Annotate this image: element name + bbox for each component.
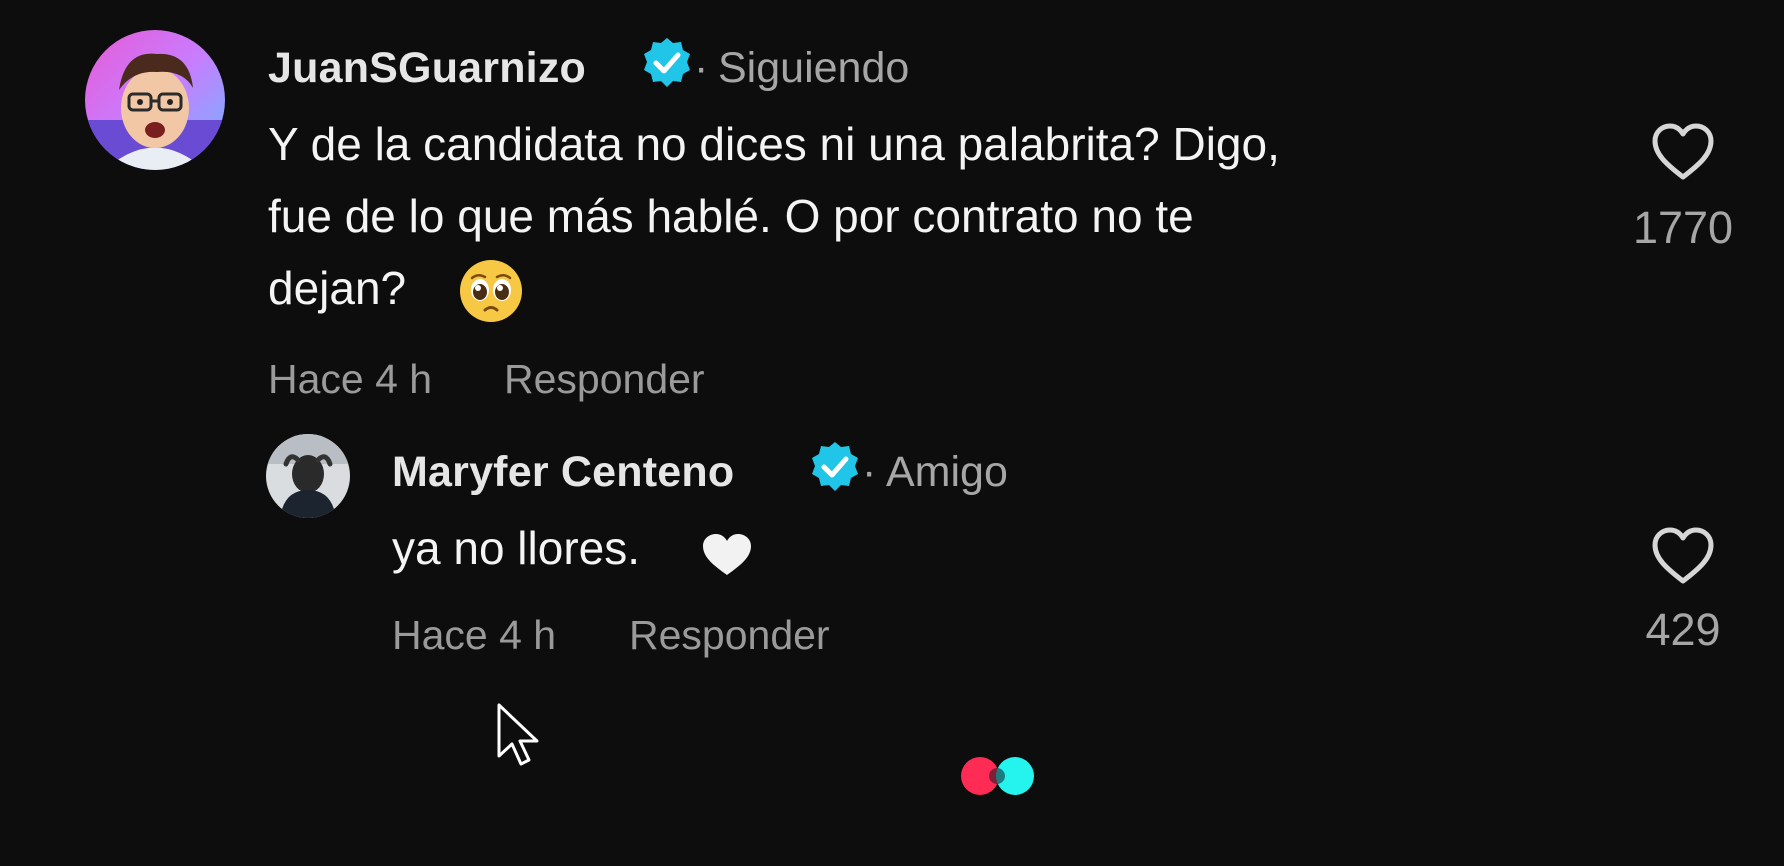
verified-badge-icon <box>640 36 694 95</box>
relation-separator: · <box>862 448 877 496</box>
comment-username[interactable]: Maryfer Centeno <box>392 448 734 497</box>
heart-outline-icon[interactable] <box>1650 122 1716 187</box>
comment-timestamp: Hace 4 h <box>392 612 557 658</box>
comment-juansguarnizo: JuanSGuarnizo · Siguiendo Y de la candid… <box>0 0 1784 403</box>
relation-label: Amigo <box>886 448 1008 496</box>
comment-text-line: ya no llores. <box>392 522 641 574</box>
mouse-pointer-icon <box>496 702 542 775</box>
heart-outline-icon[interactable] <box>1650 526 1716 591</box>
avatar-photo-image <box>266 434 350 518</box>
reply-maryfer-centeno: Maryfer Centeno · Amigo ya no llores. Ha… <box>0 420 1784 660</box>
avatar-maryfer-centeno[interactable] <box>266 434 350 518</box>
pleading-face-emoji <box>458 258 524 324</box>
comment-username[interactable]: JuanSGuarnizo <box>268 44 586 93</box>
comment-timestamp: Hace 4 h <box>268 356 433 402</box>
comment-text-line: fue de lo que más hablé. O por contrato … <box>268 190 1194 242</box>
comment-text-line: Y de la candidata no dices ni una palabr… <box>268 118 1280 170</box>
comment-text-line: dejan? <box>268 262 407 314</box>
loading-indicator <box>958 752 1042 800</box>
avatar-cartoon-image <box>85 30 225 170</box>
white-heart-emoji <box>700 532 754 578</box>
verified-badge-icon <box>808 440 862 499</box>
like-count: 1770 <box>1632 202 1734 253</box>
reply-button[interactable]: Responder <box>629 612 830 659</box>
avatar-juansguarnizo[interactable] <box>85 30 225 170</box>
reply-button[interactable]: Responder <box>504 356 705 403</box>
like-count: 429 <box>1645 604 1721 655</box>
relation-separator: · <box>694 44 709 92</box>
relation-label: Siguiendo <box>718 44 910 92</box>
